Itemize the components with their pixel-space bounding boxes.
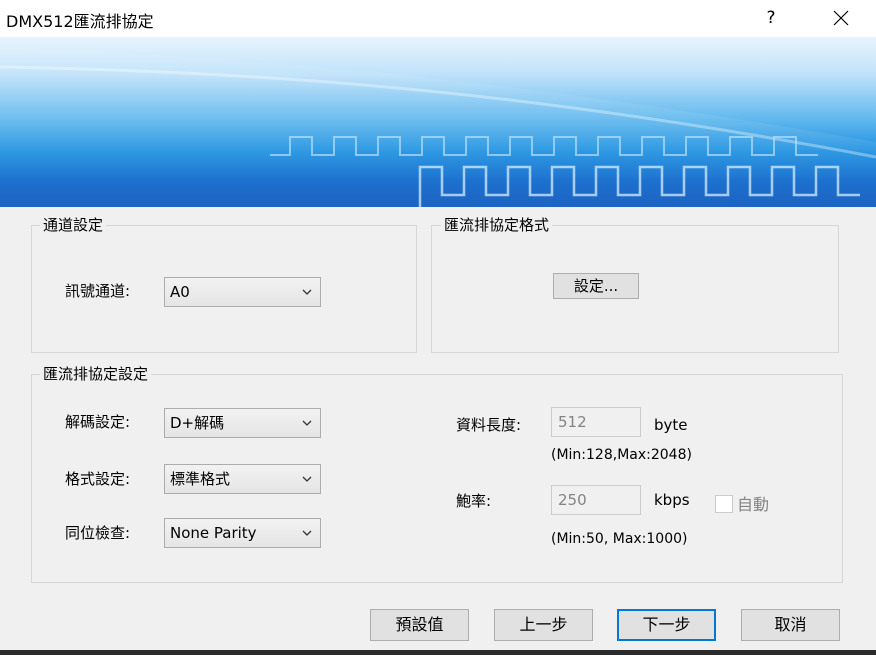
- auto-label: 自動: [737, 495, 770, 514]
- signal-channel-select[interactable]: A0: [164, 277, 321, 307]
- chevron-down-icon: [302, 289, 312, 295]
- signal-channel-value: A0: [170, 283, 190, 301]
- chevron-down-icon: [302, 530, 312, 536]
- decode-select[interactable]: D+解碼: [164, 408, 321, 438]
- help-button[interactable]: ?: [757, 2, 785, 34]
- format-settings-button[interactable]: 設定...: [553, 273, 639, 299]
- close-button[interactable]: [822, 2, 860, 34]
- baud-input[interactable]: 250: [551, 485, 641, 515]
- protocol-settings-group: [31, 374, 843, 583]
- prev-step-button[interactable]: 上一步: [494, 609, 593, 641]
- data-length-label: 資料長度:: [456, 416, 522, 434]
- parity-select[interactable]: None Parity: [164, 518, 321, 548]
- format-select[interactable]: 標準格式: [164, 464, 321, 494]
- defaults-button[interactable]: 預設值: [370, 609, 469, 641]
- format-label: 格式設定:: [65, 470, 131, 488]
- decode-label: 解碼設定:: [65, 413, 131, 431]
- protocol-format-title: 匯流排協定格式: [441, 216, 553, 234]
- close-icon: [833, 10, 849, 26]
- cancel-button[interactable]: 取消: [741, 609, 840, 641]
- format-value: 標準格式: [170, 470, 231, 488]
- channel-settings-title: 通道設定: [40, 216, 107, 234]
- chevron-down-icon: [302, 420, 312, 426]
- decode-value: D+解碼: [170, 414, 225, 432]
- next-step-button[interactable]: 下一步: [617, 609, 716, 641]
- header-banner: [0, 37, 876, 207]
- data-length-unit: byte: [654, 416, 688, 434]
- data-length-hint: (Min:128,Max:2048): [551, 447, 692, 463]
- waveform-graphic: [0, 47, 876, 207]
- baud-unit: kbps: [654, 491, 690, 509]
- baud-label: 鮑率:: [456, 492, 492, 510]
- protocol-settings-title: 匯流排協定設定: [40, 365, 152, 383]
- chevron-down-icon: [302, 476, 312, 482]
- data-length-input[interactable]: 512: [551, 407, 641, 437]
- window-title: DMX512匯流排協定: [6, 12, 154, 31]
- auto-checkbox[interactable]: [715, 495, 733, 513]
- bottom-edge: [0, 650, 876, 655]
- parity-value: None Parity: [170, 524, 257, 542]
- parity-label: 同位檢查:: [65, 524, 131, 542]
- signal-channel-label: 訊號通道:: [65, 282, 131, 300]
- title-bar: DMX512匯流排協定 ?: [0, 0, 876, 37]
- baud-hint: (Min:50, Max:1000): [551, 531, 688, 547]
